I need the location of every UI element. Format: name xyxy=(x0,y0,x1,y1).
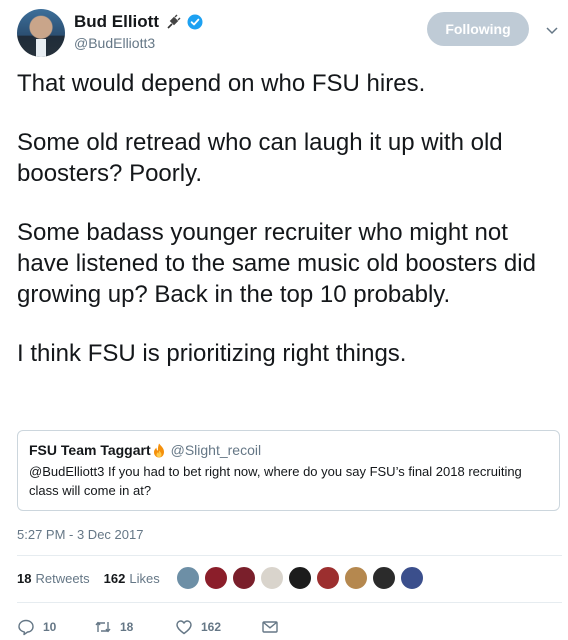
liker-avatar[interactable] xyxy=(204,566,228,590)
tweet-paragraph: That would depend on who FSU hires. xyxy=(17,70,426,97)
divider xyxy=(17,602,562,603)
retweet-icon xyxy=(95,621,111,633)
divider xyxy=(17,555,562,556)
liker-avatar[interactable] xyxy=(316,566,340,590)
liker-avatar[interactable] xyxy=(400,566,424,590)
liker-avatar[interactable] xyxy=(176,566,200,590)
retweet-button[interactable]: 18 xyxy=(94,618,175,636)
reply-button[interactable]: 10 xyxy=(17,618,94,636)
tweet-timestamp[interactable]: 5:27 PM - 3 Dec 2017 xyxy=(17,527,143,542)
likes-stat[interactable]: 162 Likes xyxy=(104,571,160,586)
liker-avatar[interactable] xyxy=(344,566,368,590)
reply-icon xyxy=(18,619,34,636)
like-button[interactable]: 162 xyxy=(175,618,261,636)
direct-message-button[interactable] xyxy=(261,618,287,636)
likers-avatar-list xyxy=(176,566,424,590)
likes-count: 162 xyxy=(103,570,126,586)
tweet-paragraph: Some badass younger recruiter who might … xyxy=(17,219,536,308)
tweet-header: Bud Elliott @BudElliott3 Following xyxy=(17,9,559,57)
retweets-label: Retweets xyxy=(35,570,90,586)
tweet-paragraph: I think FSU is prioritizing right things… xyxy=(17,340,407,367)
tweet-stats: 18 Retweets 162 Likes xyxy=(17,566,174,590)
tweet-actions: 10 18 162 xyxy=(17,617,287,637)
liker-avatar[interactable] xyxy=(232,566,256,590)
retweets-stat[interactable]: 18 Retweets xyxy=(17,571,90,586)
fire-icon xyxy=(152,443,166,458)
author-avatar[interactable] xyxy=(17,9,65,57)
author-name-row: Bud Elliott xyxy=(74,12,203,32)
chevron-down-icon[interactable] xyxy=(545,23,559,37)
like-count: 162 xyxy=(201,620,222,634)
avatar-shirt xyxy=(36,39,46,57)
quoted-tweet-card[interactable]: FSU Team Taggart @Slight_recoil @BudElli… xyxy=(17,430,560,511)
retweet-count: 18 xyxy=(120,620,134,634)
tweet-text: That would depend on who FSU hires. Some… xyxy=(17,68,552,369)
author-display-name[interactable]: Bud Elliott xyxy=(74,12,159,32)
quoted-tweet-header: FSU Team Taggart @Slight_recoil xyxy=(29,442,548,458)
following-button[interactable]: Following xyxy=(427,12,529,46)
tweet-paragraph: Some old retread who can laugh it up wit… xyxy=(17,129,503,187)
reply-count: 10 xyxy=(43,620,57,634)
heart-icon xyxy=(176,620,192,635)
liker-avatar[interactable] xyxy=(288,566,312,590)
verified-badge-icon xyxy=(187,14,203,30)
electric-plug-icon xyxy=(165,14,181,30)
quoted-display-name: FSU Team Taggart xyxy=(29,442,151,458)
quoted-handle: @Slight_recoil xyxy=(170,442,262,458)
likes-label: Likes xyxy=(129,570,160,586)
liker-avatar[interactable] xyxy=(372,566,396,590)
envelope-icon xyxy=(262,621,278,633)
liker-avatar[interactable] xyxy=(260,566,284,590)
author-handle[interactable]: @BudElliott3 xyxy=(74,35,155,51)
retweets-count: 18 xyxy=(17,570,32,586)
quoted-tweet-text: @BudElliott3 If you had to bet right now… xyxy=(29,464,522,498)
